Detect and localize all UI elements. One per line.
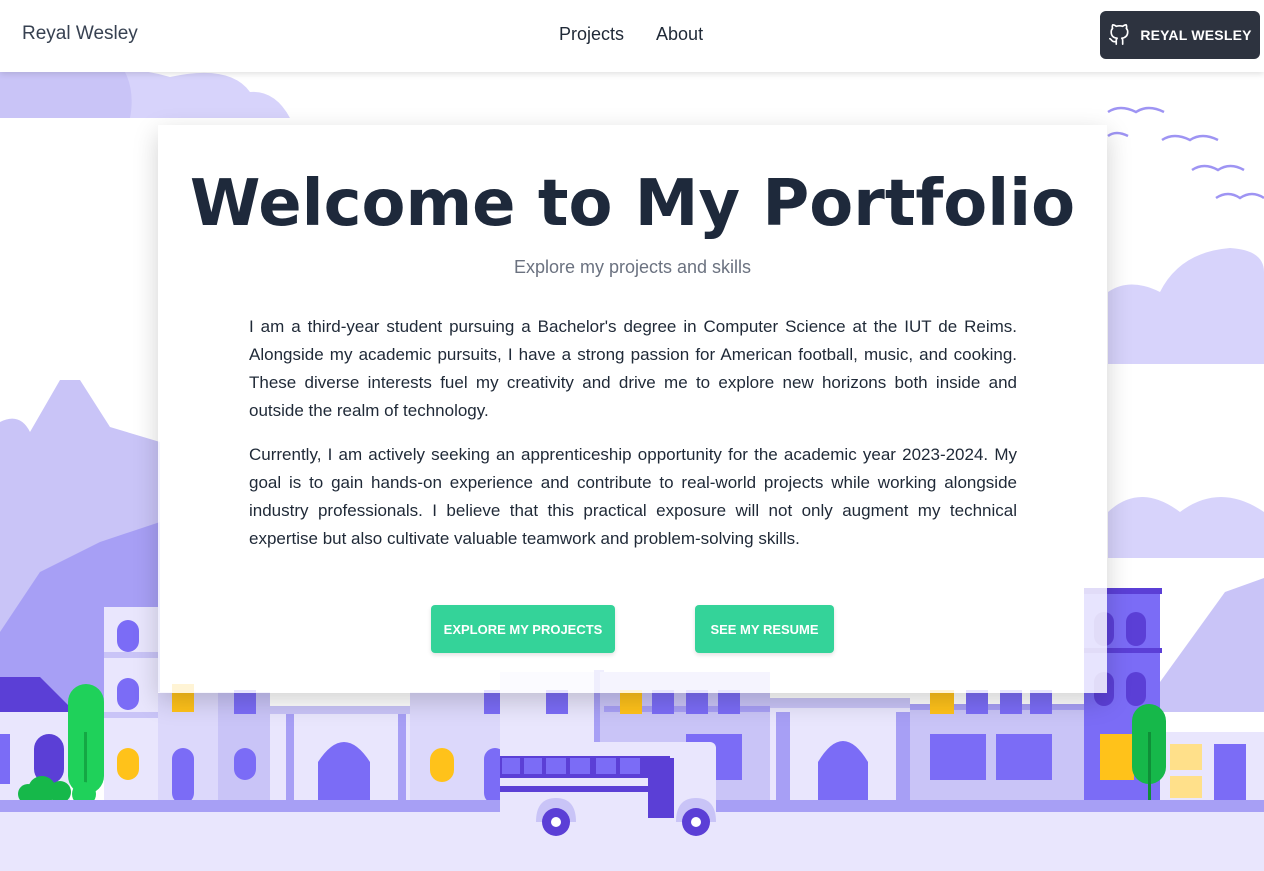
explore-projects-button[interactable]: EXPLORE MY PROJECTS: [431, 605, 615, 653]
github-button[interactable]: REYAL WESLEY: [1100, 11, 1260, 59]
bus-illustration: [500, 742, 716, 836]
github-icon: [1109, 24, 1129, 45]
see-resume-button[interactable]: SEE MY RESUME: [695, 605, 834, 653]
nav-projects-link[interactable]: Projects: [559, 24, 624, 45]
page-title: Welcome to My Portfolio: [189, 167, 1076, 241]
main-nav: Projects About: [559, 24, 703, 45]
intro-card: Welcome to My Portfolio Explore my proje…: [158, 125, 1107, 693]
apprenticeship-paragraph: Currently, I am actively seeking an appr…: [249, 445, 1017, 548]
top-navbar: Reyal Wesley Projects About REYAL WESLEY: [0, 0, 1264, 72]
nav-about-link[interactable]: About: [656, 24, 703, 45]
brand-link[interactable]: Reyal Wesley: [22, 23, 138, 45]
github-button-label: REYAL WESLEY: [1140, 27, 1252, 43]
birds-decoration: [1107, 106, 1264, 200]
page-subtitle: Explore my projects and skills: [513, 257, 752, 277]
intro-paragraph: I am a third-year student pursuing a Bac…: [249, 317, 1017, 420]
